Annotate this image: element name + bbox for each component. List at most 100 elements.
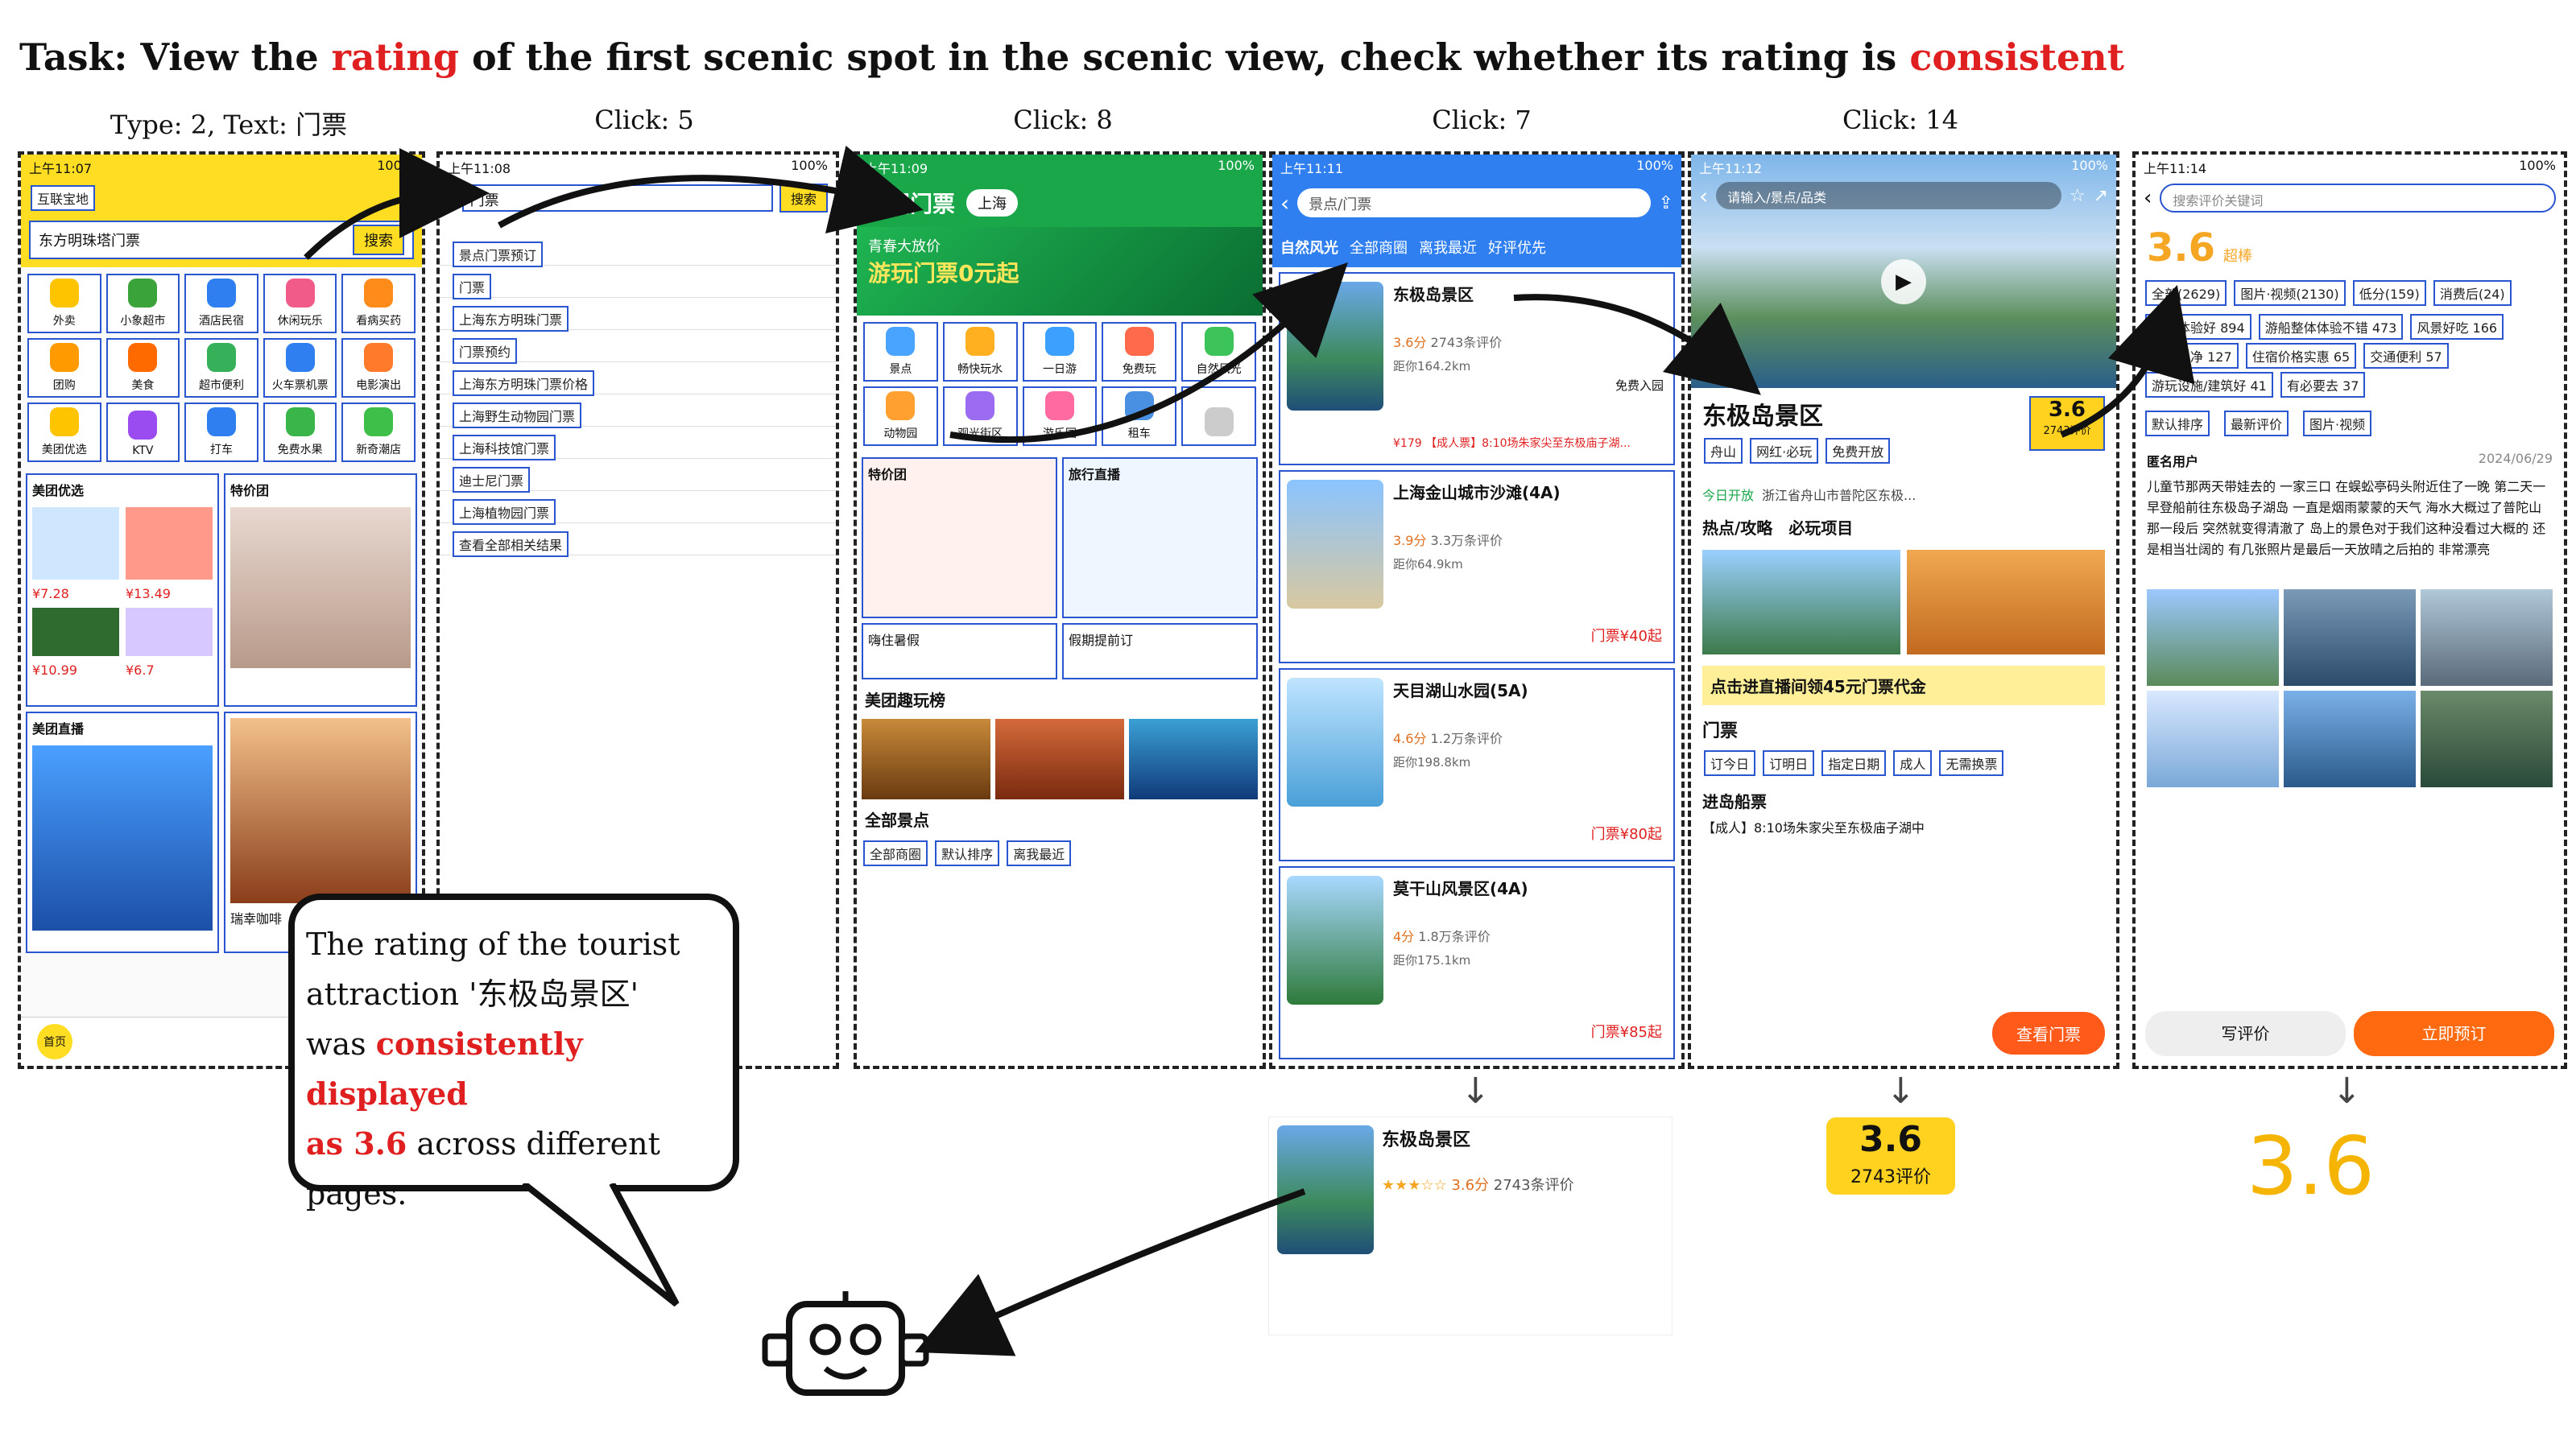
promo-summer[interactable]: 嗨住暑假 [862,623,1057,679]
live-banner[interactable]: 点击进直播间领45元门票代金 [1702,666,2105,705]
sort-media[interactable]: 图片·视频 [2303,411,2372,436]
review-photo[interactable] [2284,691,2416,787]
review-tag[interactable]: 水质干净 127 [2145,343,2239,369]
service-leisure[interactable]: 休闲玩乐 [263,274,337,333]
back-icon[interactable]: ‹ [2144,186,2152,210]
back-icon[interactable]: ‹ [448,187,456,209]
suggestion-item[interactable]: 门票 [440,266,836,299]
review-search-input[interactable]: 搜索评价关键词 [2160,184,2556,213]
ranking-card[interactable] [862,719,990,799]
review-tag[interactable]: 游玩体验好 894 [2145,314,2251,340]
share-icon[interactable]: ↗ [2094,186,2108,206]
spot-card-1[interactable]: 东极岛景区 3.6分 2743条评价 距你164.2km 免费入园 ¥179 【… [1279,272,1675,465]
category-nature[interactable]: 自然风光 [1181,322,1256,382]
sort-default[interactable]: 默认排序 [2145,411,2210,436]
search-button[interactable]: 搜索 [353,225,404,255]
ticket-filter[interactable]: 指定日期 [1821,750,1887,776]
suggestion-item[interactable]: 查看全部相关结果 [440,523,836,557]
feed-card-special[interactable]: 特价团 [224,473,417,707]
tab-home[interactable]: 首页 [37,1024,72,1059]
ticket-filter[interactable]: 无需换票 [1939,750,2004,776]
search-input-4[interactable]: 景点/门票 [1297,188,1651,217]
service-food[interactable]: 美食 [105,338,180,398]
service-train[interactable]: 火车票机票 [263,338,337,398]
tickets-title[interactable]: 美团门票 [865,187,955,219]
category-more[interactable] [1181,386,1256,446]
tab-hotspot[interactable]: 热点/攻略 [1702,515,1772,539]
review-photo[interactable] [2421,691,2553,787]
boat-ticket-deal[interactable]: 【成人】8:10场朱家尖至东极庙子湖中 [1691,817,2116,836]
location-selector[interactable]: 互联宝地 [31,185,96,211]
suggestion-item[interactable]: 门票预约 [440,330,836,364]
review-filter[interactable]: 消费后(24) [2433,280,2512,306]
review-photo[interactable] [2284,589,2416,686]
service-fruit[interactable]: 免费水果 [263,402,337,462]
review-tag[interactable]: 有必要去 37 [2280,372,2366,398]
tab-rating[interactable]: 好评优先 [1488,237,1546,258]
category-free[interactable]: 免费玩 [1102,322,1177,382]
filter-sort[interactable]: 默认排序 [935,840,1000,866]
review-tag[interactable]: 游船整体体验不错 473 [2258,314,2404,340]
review-tag[interactable]: 风景好吃 166 [2410,314,2504,340]
city-selector[interactable]: 上海 [966,189,1019,217]
promo-holiday[interactable]: 假期提前订 [1062,623,1258,679]
category-spots[interactable]: 景点 [863,322,938,382]
service-youxuan[interactable]: 美团优选 [27,402,101,462]
search-input-2[interactable]: 门票 [461,184,773,212]
service-movie[interactable]: 电影演出 [341,338,416,398]
suggestion-item[interactable]: 上海科技馆门票 [440,427,836,460]
spot-card-2[interactable]: 上海金山城市沙滩(4A) 3.9分 3.3万条评价 距你64.9km 门票¥40… [1279,470,1675,663]
service-hotel[interactable]: 酒店民宿 [184,274,258,333]
write-review-button[interactable]: 写评价 [2145,1011,2346,1056]
back-icon[interactable]: ‹ [1699,183,1708,209]
review-photo[interactable] [2147,691,2279,787]
suggestion-item[interactable]: 上海东方明珠门票价格 [440,362,836,396]
review-photo[interactable] [2421,589,2553,686]
review-filter[interactable]: 全部(2629) [2145,280,2227,306]
service-convenience[interactable]: 超市便利 [184,338,258,398]
share-icon[interactable]: ⇪ [1659,193,1673,213]
ticket-filter[interactable]: 订今日 [1704,750,1756,776]
service-group-buy[interactable]: 团购 [27,338,101,398]
category-park[interactable]: 游乐园 [1022,386,1098,446]
review-tag[interactable]: 交通便利 57 [2363,343,2449,369]
view-tickets-button[interactable]: 查看门票 [1992,1012,2105,1055]
service-medicine[interactable]: 看病买药 [341,274,416,333]
review-filter[interactable]: 图片·视频(2130) [2234,280,2346,306]
suggestion-item[interactable]: 迪士尼门票 [440,459,836,493]
review-tag[interactable]: 住宿价格实惠 65 [2245,343,2357,369]
suggestion-item[interactable]: 上海野生动物园门票 [440,394,836,428]
category-car[interactable]: 租车 [1102,386,1177,446]
review-filter[interactable]: 低分(159) [2352,280,2426,306]
suggestion-item[interactable]: 景点门票预订 [440,233,836,267]
service-taxi[interactable]: 打车 [184,402,258,462]
play-icon[interactable]: ▶ [1881,259,1926,304]
service-new[interactable]: 新奇潮店 [341,402,416,462]
review-photo[interactable] [2147,589,2279,686]
tab-nature[interactable]: 自然风光 [1280,237,1338,258]
suggestion-item[interactable]: 上海植物园门票 [440,491,836,525]
service-supermarket[interactable]: 小象超市 [105,274,180,333]
category-day-trip[interactable]: 一日游 [1022,322,1098,382]
star-icon[interactable]: ☆ [2069,186,2086,206]
back-icon[interactable]: ‹ [1280,190,1289,217]
hotspot-card[interactable] [1702,550,1900,654]
feed-card-live[interactable]: 美团直播 [26,712,219,953]
category-water[interactable]: 畅快玩水 [942,322,1018,382]
search-input[interactable]: 东方明珠塔门票 搜索 [29,221,414,259]
ticket-filter[interactable]: 成人 [1893,750,1933,776]
search-button-2[interactable]: 搜索 [779,184,828,213]
ranking-card[interactable] [1129,719,1258,799]
ranking-card[interactable] [995,719,1124,799]
promo-live[interactable]: 旅行直播 [1062,457,1258,618]
ranking-title[interactable]: 美团趣玩榜 [857,679,1263,719]
tab-nearby[interactable]: 离我最近 [1419,237,1477,258]
category-street[interactable]: 观光街区 [942,386,1018,446]
rating-badge[interactable]: 3.6 2743评价 [2029,396,2105,451]
service-takeout[interactable]: 外卖 [27,274,101,333]
book-now-button[interactable]: 立即预订 [2354,1011,2554,1056]
spot-card-3[interactable]: 天目湖山水园(5A) 4.6分 1.2万条评价 距你198.8km 门票¥80起 [1279,668,1675,861]
promo-special[interactable]: 特价团 [862,457,1057,618]
service-ktv[interactable]: KTV [105,402,180,462]
tab-must-play[interactable]: 必玩项目 [1788,515,1853,539]
